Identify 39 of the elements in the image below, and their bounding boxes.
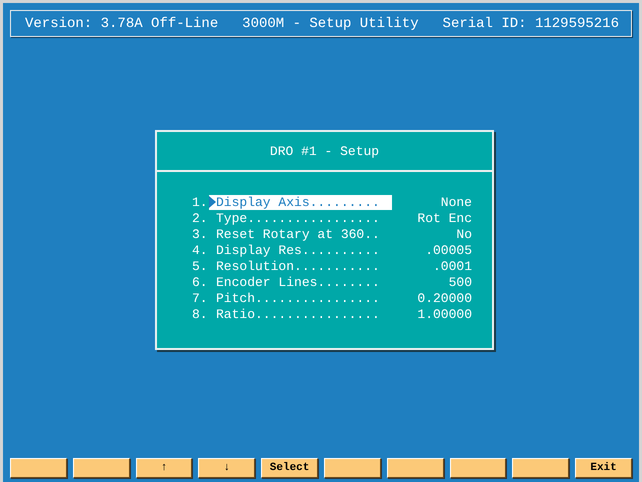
function-key[interactable]: Exit — [575, 458, 632, 478]
menu-item[interactable]: Display Axis......... — [209, 194, 392, 210]
item-value: No — [455, 226, 472, 242]
function-key[interactable]: Select — [261, 458, 318, 478]
item-number: 6. — [192, 274, 209, 290]
item-number: 7. — [192, 290, 209, 306]
item-number: 5. — [192, 258, 209, 274]
function-key[interactable]: ↓ — [198, 458, 256, 478]
menu-item[interactable]: Resolution........... — [209, 258, 392, 274]
serial-id-text: Serial ID: 1129595216 — [442, 16, 619, 32]
item-value: 1.00000 — [416, 306, 472, 322]
item-value: .00005 — [424, 242, 472, 258]
function-key[interactable] — [512, 458, 570, 478]
item-number: 2. — [192, 210, 209, 226]
function-key[interactable] — [386, 458, 444, 478]
menu-item[interactable]: Display Res.......... — [209, 242, 392, 258]
dialog-title: DRO #1 - Setup — [157, 132, 492, 172]
item-value: 500 — [448, 274, 472, 290]
menu-item[interactable]: Type................. — [209, 210, 392, 226]
item-number: 8. — [192, 306, 209, 322]
item-value: .0001 — [432, 258, 472, 274]
version-text: Version: 3.78A Off-Line — [25, 16, 218, 32]
menu-item[interactable]: Encoder Lines........ — [209, 274, 392, 290]
function-key[interactable]: ↑ — [136, 458, 192, 478]
program-title: 3000M - Setup Utility — [242, 16, 419, 32]
item-number: 3. — [192, 226, 209, 242]
item-number: 1. — [192, 194, 209, 210]
function-key[interactable] — [72, 458, 130, 478]
menu-item[interactable]: Ratio................ — [209, 306, 392, 322]
menu-item[interactable]: Reset Rotary at 360.. — [209, 226, 392, 242]
menu-item[interactable]: Pitch................ — [209, 290, 392, 306]
function-key[interactable] — [450, 458, 506, 478]
pointer-icon — [209, 196, 216, 208]
item-value: Rot Enc — [416, 210, 472, 226]
function-key[interactable] — [10, 458, 67, 478]
function-key[interactable] — [324, 458, 381, 478]
item-value: None — [440, 194, 472, 210]
item-number: 4. — [192, 242, 209, 258]
item-value: 0.20000 — [416, 290, 472, 306]
